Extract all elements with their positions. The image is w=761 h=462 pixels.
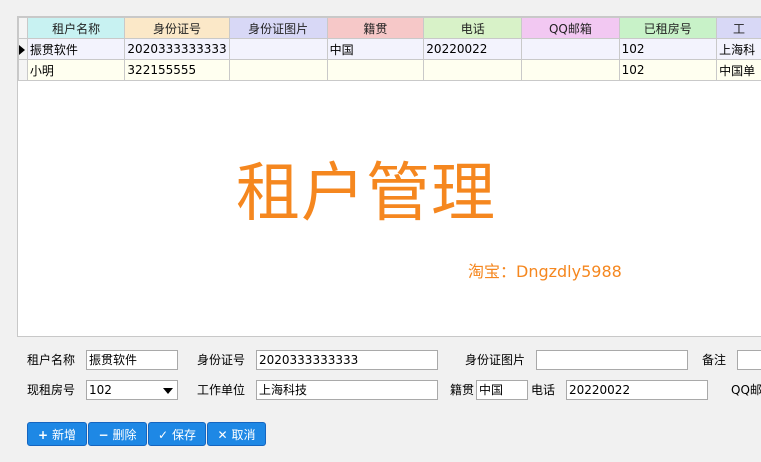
delete-button-label: 删除: [112, 428, 137, 442]
tenant-name-label: 租户名称: [27, 353, 76, 367]
table-row[interactable]: 小明 322155555 102 中国单: [18, 59, 761, 81]
table-cell[interactable]: [423, 59, 523, 81]
table-cell[interactable]: [521, 59, 620, 81]
row-header: [18, 59, 28, 81]
table-cell[interactable]: 2020333333333: [124, 38, 230, 60]
plus-icon: +: [37, 428, 49, 442]
column-header-qq[interactable]: QQ邮箱: [521, 17, 620, 39]
table-cell[interactable]: 中国: [326, 38, 425, 60]
qq-label: QQ邮: [731, 383, 761, 397]
table-cell[interactable]: 振贯软件: [26, 38, 126, 60]
id-image-label: 身份证图片: [465, 353, 526, 367]
hometown-field[interactable]: 中国: [476, 380, 528, 400]
table-cell[interactable]: 中国单: [716, 59, 761, 81]
room-select[interactable]: 102: [86, 380, 178, 400]
table-cell[interactable]: 小明: [26, 59, 126, 81]
remark-label: 备注: [702, 353, 727, 367]
room-label: 现租房号: [27, 383, 76, 397]
tenant-table: 租户名称 身份证号 身份证图片 籍贯 电话 QQ邮箱 已租房号 工 振贯软件 2…: [18, 17, 761, 81]
close-icon: ✕: [217, 428, 228, 442]
table-row[interactable]: 振贯软件 2020333333333 中国 20220022 102 上海科: [18, 38, 761, 60]
row-header-corner: [18, 17, 28, 39]
check-icon: ✓: [157, 428, 169, 442]
work-unit-label: 工作单位: [197, 383, 246, 397]
cancel-button-label: 取消: [231, 428, 256, 442]
current-row-indicator: [18, 38, 28, 60]
cancel-button[interactable]: ✕ 取消: [207, 422, 266, 446]
phone-label: 电话: [531, 383, 556, 397]
chevron-down-icon[interactable]: [163, 388, 173, 394]
column-header-work-unit[interactable]: 工: [716, 17, 761, 39]
hometown-label: 籍贯: [450, 383, 475, 397]
table-cell[interactable]: 上海科: [716, 38, 761, 60]
column-header-id-number[interactable]: 身份证号: [124, 17, 230, 39]
id-image-field[interactable]: [536, 350, 688, 370]
room-select-value: 102: [89, 383, 112, 397]
add-button[interactable]: + 新增: [27, 422, 87, 446]
watermark-title: 租户管理: [236, 157, 496, 231]
column-header-id-image[interactable]: 身份证图片: [228, 17, 328, 39]
delete-button[interactable]: − 删除: [88, 422, 147, 446]
work-unit-field[interactable]: 上海科技: [256, 380, 438, 400]
table-cell[interactable]: 102: [618, 59, 718, 81]
tenant-name-field[interactable]: 振贯软件: [86, 350, 178, 370]
id-number-field[interactable]: 2020333333333: [256, 350, 438, 370]
column-header-room[interactable]: 已租房号: [618, 17, 718, 39]
column-header-hometown[interactable]: 籍贯: [326, 17, 425, 39]
column-header-tenant-name[interactable]: 租户名称: [26, 17, 126, 39]
table-cell[interactable]: [228, 59, 328, 81]
table-cell[interactable]: 20220022: [423, 38, 523, 60]
watermark-subtitle: 淘宝：Dngzdly5988: [468, 262, 622, 281]
remark-field[interactable]: [737, 350, 761, 370]
header-row: 租户名称 身份证号 身份证图片 籍贯 电话 QQ邮箱 已租房号 工: [18, 17, 761, 39]
table-cell[interactable]: [326, 59, 425, 81]
id-number-label: 身份证号: [197, 353, 246, 367]
add-button-label: 新增: [52, 428, 77, 442]
save-button-label: 保存: [172, 428, 197, 442]
table-cell[interactable]: [521, 38, 620, 60]
column-header-phone[interactable]: 电话: [423, 17, 523, 39]
minus-icon: −: [98, 428, 109, 442]
save-button[interactable]: ✓ 保存: [148, 422, 206, 446]
phone-field[interactable]: 20220022: [566, 380, 708, 400]
row-pointer-icon: [19, 44, 25, 55]
table-cell[interactable]: 322155555: [124, 59, 230, 81]
table-cell[interactable]: [228, 38, 328, 60]
table-cell[interactable]: 102: [618, 38, 718, 60]
